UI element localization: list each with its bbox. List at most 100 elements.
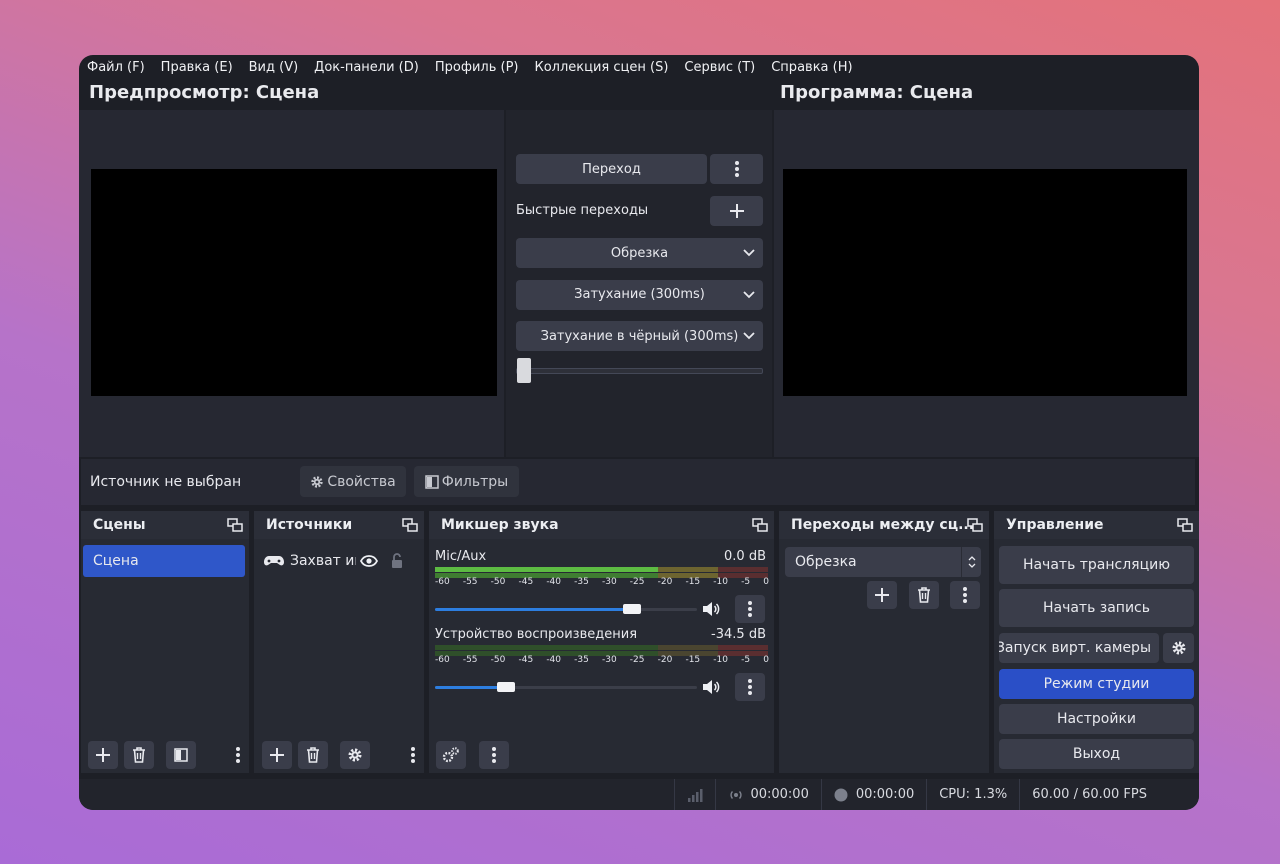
undock-icon[interactable] (752, 518, 768, 536)
undock-icon[interactable] (402, 518, 418, 536)
quick-transition-select[interactable]: Обрезка (516, 238, 763, 268)
remove-source-button[interactable] (298, 741, 328, 769)
scene-item[interactable]: Сцена (83, 545, 245, 577)
menu-item[interactable]: Док-панели (D) (314, 60, 419, 75)
controls-title: Управление (1006, 517, 1104, 533)
volume-slider-handle[interactable] (622, 604, 641, 614)
quick-transition-select[interactable]: Затухание (300ms) (516, 279, 763, 310)
source-properties-button[interactable] (340, 741, 370, 769)
menu-item[interactable]: Сервис (T) (684, 60, 755, 75)
meter-tick: -50 (490, 655, 506, 665)
record-dot-icon (834, 788, 848, 801)
scene-filters-button[interactable] (166, 741, 196, 769)
obs-window: Файл (F) Правка (E) Вид (V) Док-панели (D) П… (79, 55, 1199, 810)
source-toolbar: Источник не выбран Свойства Фильтры (81, 459, 1195, 505)
meter-tick: -30 (601, 655, 617, 665)
record-time: 00:00:00 (855, 787, 915, 802)
volume-slider-handle[interactable] (496, 682, 515, 692)
remove-scene-button[interactable] (124, 741, 154, 769)
sources-title: Источники (266, 517, 353, 533)
menu-item[interactable]: Коллекция сцен (S) (534, 60, 668, 75)
add-transition-button[interactable] (867, 581, 897, 609)
exit-button[interactable]: Выход (999, 739, 1194, 769)
program-canvas (783, 169, 1187, 396)
virtual-camera-settings-button[interactable] (1163, 633, 1194, 663)
source-item[interactable]: Захват иг (264, 549, 419, 573)
channel-db: 0.0 dB (724, 549, 766, 564)
undock-icon[interactable] (1177, 518, 1193, 536)
lock-icon[interactable] (390, 553, 404, 569)
filters-button[interactable]: Фильтры (414, 466, 519, 497)
network-indicator (674, 779, 715, 810)
menu-item[interactable]: Профиль (P) (435, 60, 519, 75)
meter-tick: -25 (629, 655, 645, 665)
meter-tick: -60 (435, 577, 450, 587)
t-bar-track[interactable] (516, 368, 763, 374)
preview-pane[interactable] (79, 110, 504, 457)
quick-transition-label: Обрезка (610, 245, 669, 261)
preview-canvas[interactable] (91, 169, 497, 396)
mixer-title: Микшер звука (441, 517, 559, 533)
undock-icon[interactable] (227, 518, 243, 536)
start-record-button[interactable]: Начать запись (999, 589, 1194, 627)
meter-tick: -25 (629, 577, 645, 587)
quick-transition-select[interactable]: Затухание в чёрный (300ms) (516, 321, 763, 351)
t-bar-handle[interactable] (517, 358, 531, 383)
remove-transition-button[interactable] (909, 581, 939, 609)
mixer-dock-header: Микшер звука (429, 511, 774, 539)
menu-item[interactable]: Правка (E) (161, 60, 233, 75)
mixer-settings-button[interactable] (436, 741, 466, 769)
studio-mode-button[interactable]: Режим студии (999, 669, 1194, 699)
filter-icon (174, 748, 188, 762)
vertical-dots-icon (963, 587, 967, 603)
speaker-icon[interactable] (702, 679, 720, 695)
transition-menu-button[interactable] (710, 154, 763, 184)
add-source-button[interactable] (262, 741, 292, 769)
menu-item[interactable]: Файл (F) (87, 60, 145, 75)
add-quick-transition-button[interactable] (710, 196, 763, 226)
channel-menu-button[interactable] (735, 595, 765, 623)
vertical-dots-icon (748, 679, 752, 695)
menu-item[interactable]: Вид (V) (249, 60, 299, 75)
scenes-dock: Сцены Сцена (81, 511, 249, 773)
mixer-more-button[interactable] (479, 741, 509, 769)
menu-bar: Файл (F) Правка (E) Вид (V) Док-панели (D) П… (79, 55, 1199, 79)
source-more-button[interactable] (398, 741, 428, 769)
add-scene-button[interactable] (88, 741, 118, 769)
menu-item[interactable]: Справка (H) (771, 60, 852, 75)
transition-select[interactable]: Обрезка (785, 547, 981, 577)
record-status: 00:00:00 (820, 779, 926, 810)
level-meter (435, 567, 768, 572)
properties-button[interactable]: Свойства (300, 466, 406, 497)
transition-select-value: Обрезка (795, 554, 857, 570)
sources-dock: Источники Захват иг (254, 511, 424, 773)
volume-slider[interactable] (435, 682, 697, 692)
meter-tick: -45 (518, 655, 534, 665)
program-pane (774, 110, 1199, 457)
start-stream-button[interactable]: Начать трансляцию (999, 546, 1194, 584)
meter-tick: -55 (462, 577, 478, 587)
mixer-dock: Микшер звука Mic/Aux 0.0 dB -60 -55 -50 -45 -4… (429, 511, 774, 773)
settings-button[interactable]: Настройки (999, 704, 1194, 734)
trash-icon (133, 747, 145, 763)
speaker-icon[interactable] (702, 601, 720, 617)
updown-icon (961, 547, 981, 577)
virtual-camera-button[interactable]: Запуск вирт. камеры (999, 633, 1159, 663)
channel-menu-button[interactable] (735, 673, 765, 701)
meter-tick: -45 (518, 577, 534, 587)
transition-more-button[interactable] (950, 581, 980, 609)
controls-dock-header: Управление (994, 511, 1199, 539)
eye-icon[interactable] (360, 555, 378, 567)
meter-scale: -60 -55 -50 -45 -40 -35 -30 -25 -20 -15 -10 -5 0 (435, 577, 769, 587)
undock-icon[interactable] (967, 518, 983, 536)
chevron-down-icon (743, 290, 755, 298)
scene-more-button[interactable] (223, 741, 253, 769)
quick-transition-label: Затухание в чёрный (300ms) (540, 328, 739, 344)
meter-tick: -20 (657, 655, 673, 665)
volume-slider[interactable] (435, 604, 697, 614)
broadcast-icon (730, 790, 743, 799)
controls-dock: Управление Начать трансляцию Начать запи… (994, 511, 1199, 773)
transition-button[interactable]: Переход (516, 154, 707, 184)
channel-name: Mic/Aux (435, 549, 487, 564)
preview-title: Предпросмотр: Сцена (89, 82, 320, 103)
